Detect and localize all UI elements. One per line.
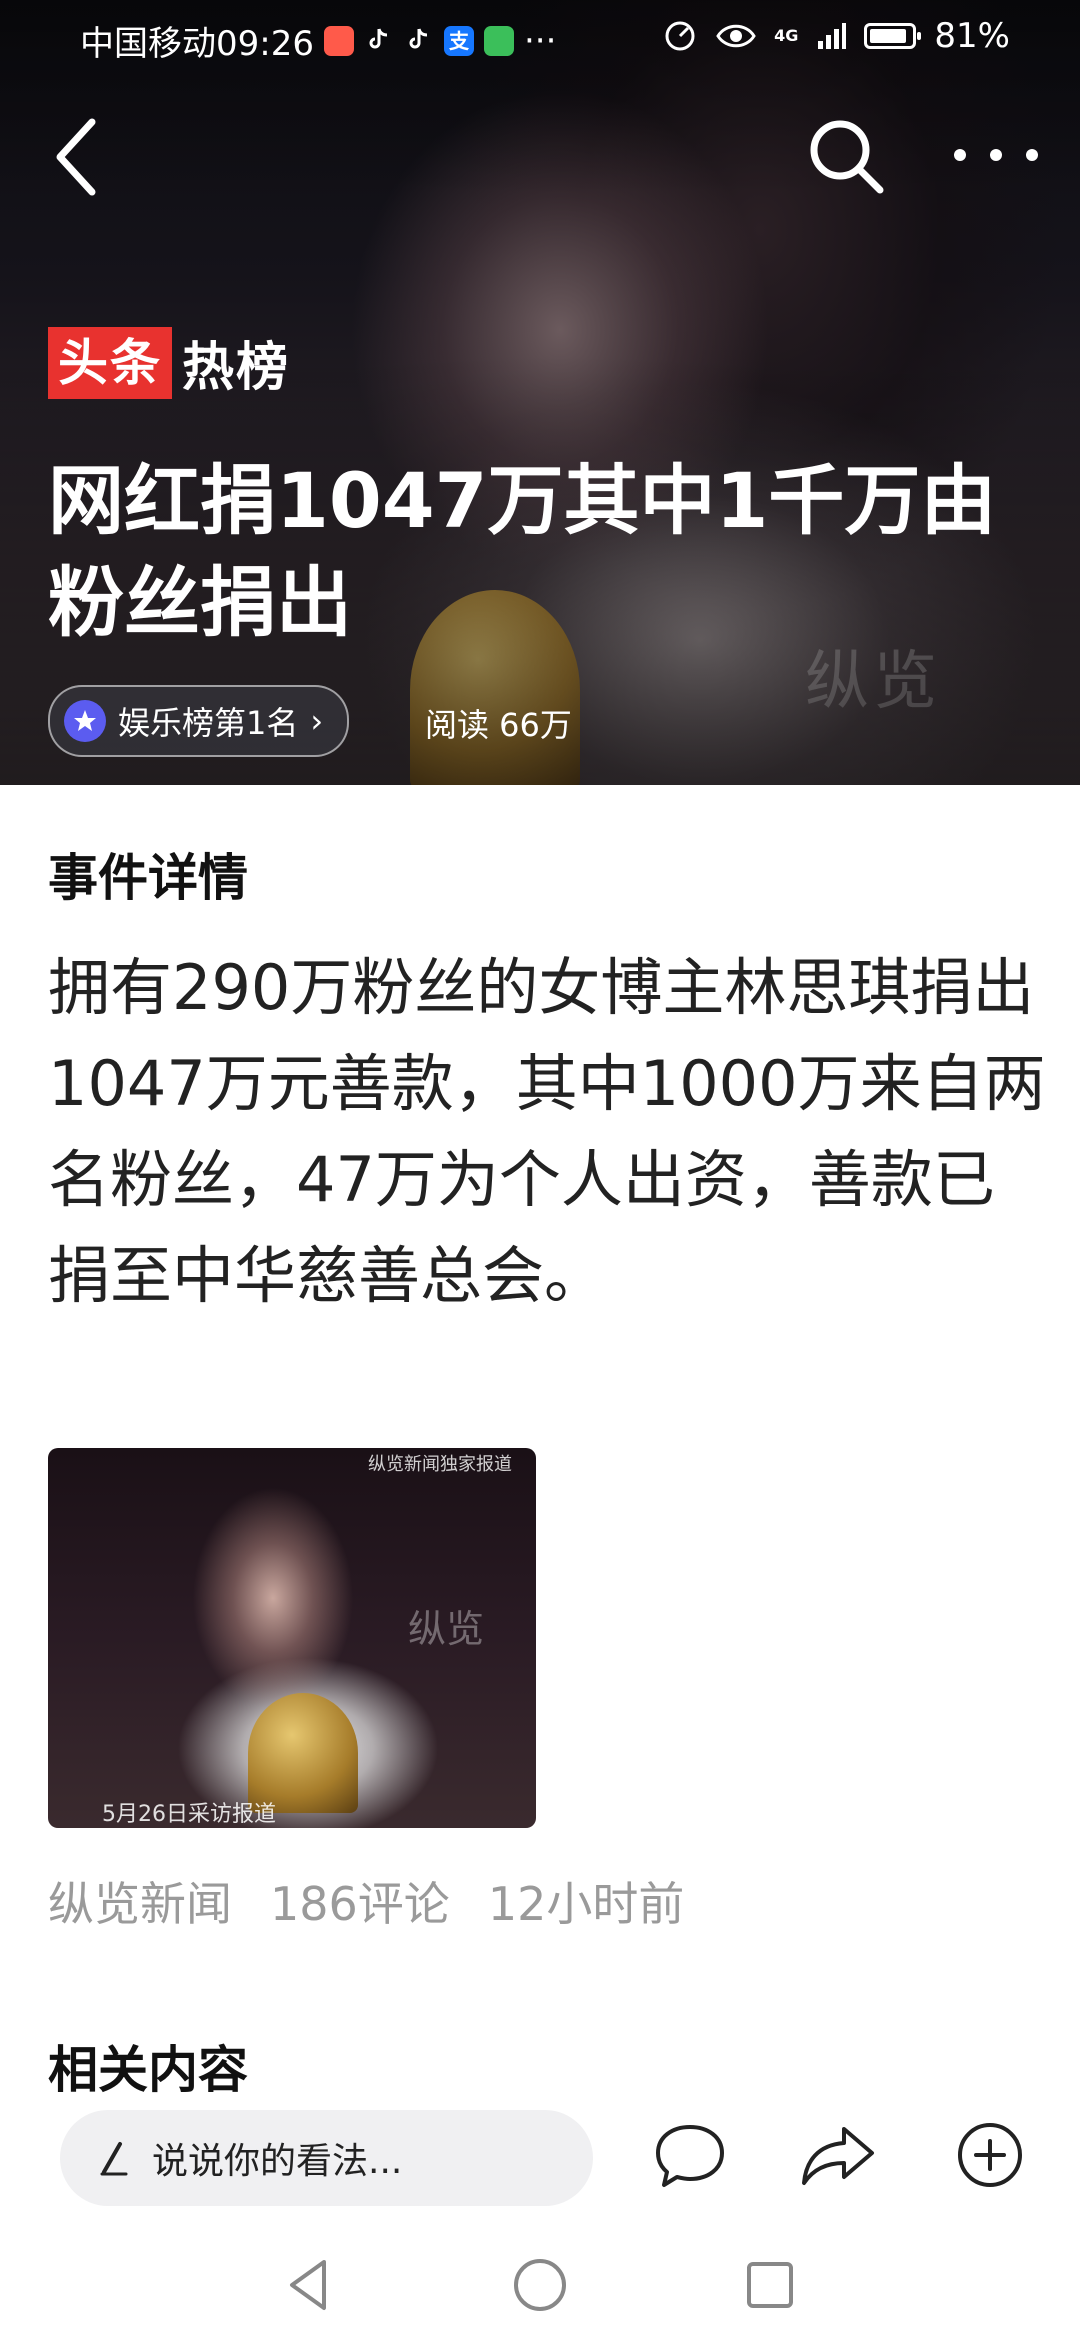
more-horizontal-icon[interactable] [946,130,1046,180]
plus-circle-icon[interactable] [950,2115,1030,2195]
rank-chip-label: 娱乐榜第1名 [118,704,299,742]
battery-text: 81% [934,16,1010,56]
status-bar: 中国移动09:26 支 ··· 4G 81% [0,0,1080,74]
image-top-caption: 纵览新闻独家报道 [368,1454,512,1475]
star-icon [64,700,106,742]
wechat-mini-icon [483,25,514,56]
speed-icon [665,21,695,51]
comment-placeholder: 说说你的看法... [152,2141,403,2182]
headline: 网红捐1047万其中1千万由粉丝捐出 [48,456,997,647]
app-red-icon [323,25,354,56]
tiktok-icon [404,26,434,56]
logo-rebang: 热榜 [182,338,291,398]
back-triangle-icon[interactable] [276,2250,346,2320]
chat-bubble-icon[interactable] [650,2115,730,2195]
read-count: 阅读 66万 [425,706,572,744]
meta-time: 12小时前 [487,1877,685,1931]
image-watermark: 纵览 [408,1607,485,1651]
image-trophy [248,1693,358,1813]
rank-chip[interactable]: 娱乐榜第1名 › [48,685,350,757]
image-bottom-caption: 5月26日采访报道 [102,1802,276,1827]
recent-square-icon[interactable] [735,2250,805,2320]
carrier-time: 中国移动09:26 [80,24,314,64]
event-details-body: 拥有290万粉丝的女博主林思琪捐出1047万元善款，其中1000万来自两名粉丝，… [48,951,1046,1312]
network-type: 4G [774,26,799,45]
chevron-right-icon: › [310,702,324,740]
eye-icon [716,24,756,48]
comment-input[interactable]: 说说你的看法... [60,2110,593,2206]
alipay-icon: 支 [443,25,474,56]
tiktok-icon [364,26,394,56]
search-icon[interactable] [806,116,886,196]
battery-icon [864,23,922,49]
related-content-title: 相关内容 [48,2041,248,2099]
more-notifications: ··· [523,20,557,61]
meta-source[interactable]: 纵览新闻 [48,1868,232,1934]
pen-icon [100,2142,128,2176]
home-circle-icon[interactable] [505,2250,575,2320]
news-image[interactable]: 纵览新闻独家报道 纵览 5月26日采访报道 [48,1448,536,1828]
meta-comments[interactable]: 186评论 [270,1868,450,1934]
hot-list-logo: 头条 热榜 [48,325,290,400]
event-details-title: 事件详情 [48,849,248,907]
signal-icon [818,23,847,49]
chevron-left-icon[interactable] [48,112,108,202]
share-arrow-icon[interactable] [798,2115,878,2195]
logo-toutiao: 头条 [48,326,172,399]
hero-header: 纵览 中国移动09:26 支 ··· 4G 81% [0,0,1080,785]
article-meta: 纵览新闻 186评论 12小时前 [48,1868,684,1934]
